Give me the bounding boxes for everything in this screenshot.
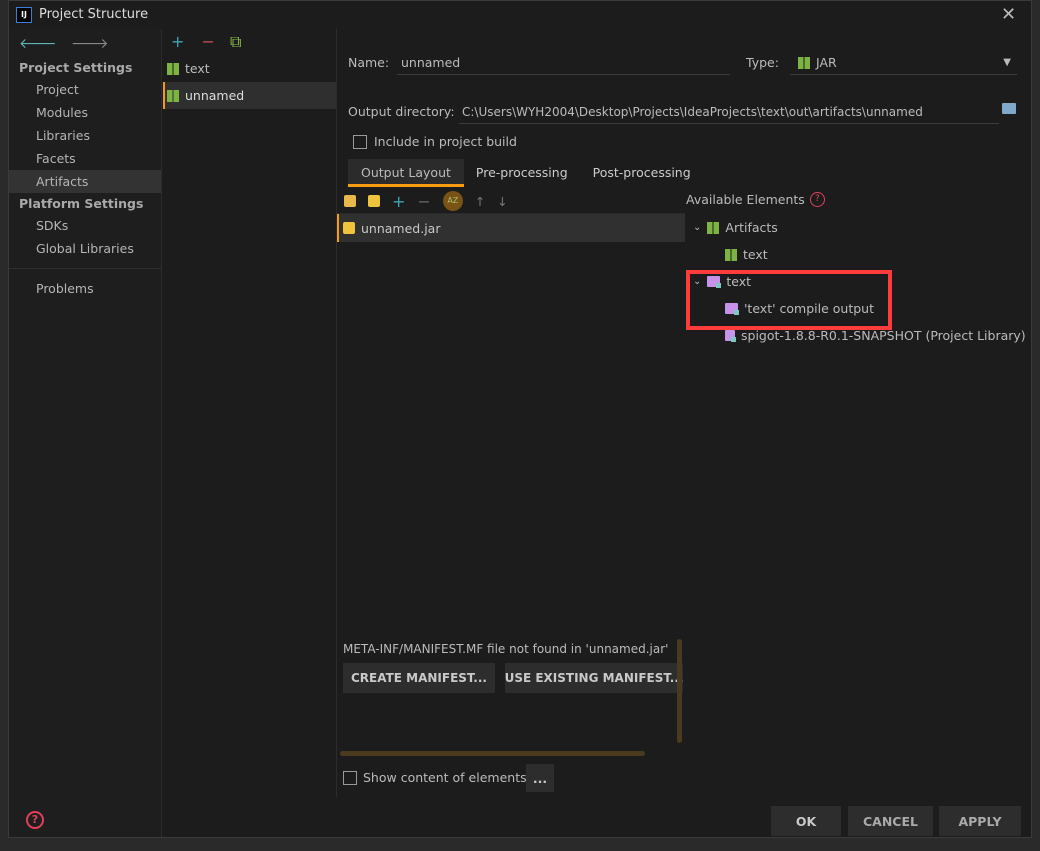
section-project-settings: Project Settings — [19, 60, 133, 75]
window-title: Project Structure — [39, 7, 149, 22]
output-layout-tree: unnamed.jar — [337, 213, 685, 633]
settings-sidebar: 🡐 🡒 Project Settings Project Modules Lib… — [9, 29, 162, 837]
jar-type-icon — [798, 56, 810, 69]
tab-output-layout[interactable]: Output Layout — [348, 159, 464, 187]
sidebar-item-project[interactable]: Project — [9, 78, 161, 101]
move-down-icon[interactable]: ↓ — [497, 194, 507, 209]
jar-icon — [343, 222, 355, 234]
add-copy-icon[interactable]: + — [392, 192, 405, 211]
back-arrow-icon[interactable]: 🡐 — [19, 36, 57, 52]
available-title-text: Available Elements — [686, 192, 805, 207]
cancel-button[interactable]: CANCEL — [848, 806, 933, 836]
output-directory-input[interactable]: C:\Users\WYH2004\Desktop\Projects\IdeaPr… — [459, 100, 999, 124]
tree-node-artifact-text[interactable]: text — [689, 241, 1034, 268]
sidebar-item-libraries[interactable]: Libraries — [9, 124, 161, 147]
available-elements-title: Available Elements ? — [686, 192, 825, 207]
artifact-list-panel: + − ⧉ text unnamed — [163, 29, 337, 797]
horizontal-scrollbar[interactable] — [340, 751, 645, 756]
library-icon — [725, 330, 736, 342]
section-platform-settings: Platform Settings — [19, 196, 144, 211]
use-existing-manifest-button[interactable]: USE EXISTING MANIFEST... — [505, 663, 683, 693]
help-icon[interactable]: ? — [26, 811, 44, 829]
artifact-label: unnamed — [185, 88, 245, 103]
name-input[interactable]: unnamed — [397, 51, 730, 75]
tab-bar: Output Layout Pre-processing Post-proces… — [348, 159, 704, 187]
show-content-checkbox[interactable]: Show content of elements — [343, 770, 527, 785]
artifact-item-unnamed[interactable]: unnamed — [163, 82, 336, 109]
artifact-label: text — [185, 61, 210, 76]
vertical-scrollbar[interactable] — [677, 639, 682, 743]
folder-browse-icon[interactable] — [1002, 103, 1016, 114]
type-select[interactable]: JAR ▼ — [790, 51, 1017, 75]
tab-post-processing[interactable]: Post-processing — [580, 159, 704, 187]
node-label: Artifacts — [725, 220, 778, 235]
add-icon[interactable]: + — [171, 32, 184, 51]
title-bar: IJ Project Structure ✕ — [9, 1, 1031, 29]
include-label: Include in project build — [374, 134, 517, 149]
type-label: Type: — [746, 55, 779, 70]
jar-label: unnamed.jar — [361, 220, 441, 236]
sidebar-item-sdks[interactable]: SDKs — [9, 214, 161, 237]
help-icon[interactable]: ? — [809, 192, 825, 207]
artifact-icon — [167, 89, 179, 102]
nav-arrows: 🡐 🡒 — [9, 29, 161, 57]
sidebar-item-facets[interactable]: Facets — [9, 147, 161, 170]
create-manifest-button[interactable]: CREATE MANIFEST... — [343, 663, 495, 693]
checkbox[interactable] — [353, 134, 367, 149]
tab-pre-processing[interactable]: Pre-processing — [464, 159, 580, 187]
show-content-label: Show content of elements — [363, 770, 527, 785]
checkbox[interactable] — [343, 770, 357, 785]
name-label: Name: — [348, 55, 390, 70]
artifact-icon — [167, 62, 179, 75]
project-structure-dialog: IJ Project Structure ✕ 🡐 🡒 Project Setti… — [8, 0, 1032, 838]
more-options-button[interactable]: ... — [526, 764, 554, 792]
tree-node-artifacts[interactable]: ⌄ Artifacts — [689, 214, 1034, 241]
sidebar-item-problems[interactable]: Problems — [9, 277, 161, 300]
new-directory-icon[interactable] — [344, 195, 356, 207]
close-icon[interactable]: ✕ — [1001, 4, 1016, 25]
chevron-down-icon: ▼ — [1003, 56, 1011, 68]
highlight-box — [686, 270, 892, 330]
layout-item-jar[interactable]: unnamed.jar — [337, 214, 685, 242]
sidebar-item-artifacts[interactable]: Artifacts — [9, 170, 161, 193]
layout-toolbar: + − AZ ↑ ↓ — [344, 191, 508, 211]
include-in-build-checkbox[interactable]: Include in project build — [353, 134, 517, 149]
chevron-down-icon[interactable]: ⌄ — [693, 214, 701, 241]
ok-button[interactable]: OK — [771, 806, 841, 836]
apply-button[interactable]: APPLY — [939, 806, 1021, 836]
artifact-icon — [707, 221, 720, 234]
node-label: text — [743, 247, 768, 262]
manifest-message: META-INF/MANIFEST.MF file not found in '… — [343, 642, 669, 656]
intellij-logo: IJ — [16, 7, 32, 23]
artifact-toolbar: + − ⧉ — [163, 29, 336, 55]
sort-az-icon[interactable]: AZ — [442, 191, 463, 211]
forward-arrow-icon[interactable]: 🡒 — [71, 36, 109, 52]
output-directory-label: Output directory: — [348, 104, 455, 119]
remove-icon[interactable]: − — [202, 32, 215, 51]
new-archive-icon[interactable] — [368, 195, 380, 207]
type-value: JAR — [816, 54, 837, 70]
move-up-icon[interactable]: ↑ — [475, 194, 485, 209]
artifact-item-text[interactable]: text — [163, 55, 336, 82]
sidebar-item-modules[interactable]: Modules — [9, 101, 161, 124]
copy-icon[interactable]: ⧉ — [230, 32, 241, 51]
remove-element-icon[interactable]: − — [417, 192, 430, 211]
sidebar-item-global-libraries[interactable]: Global Libraries — [9, 237, 161, 260]
artifact-icon — [725, 248, 737, 261]
